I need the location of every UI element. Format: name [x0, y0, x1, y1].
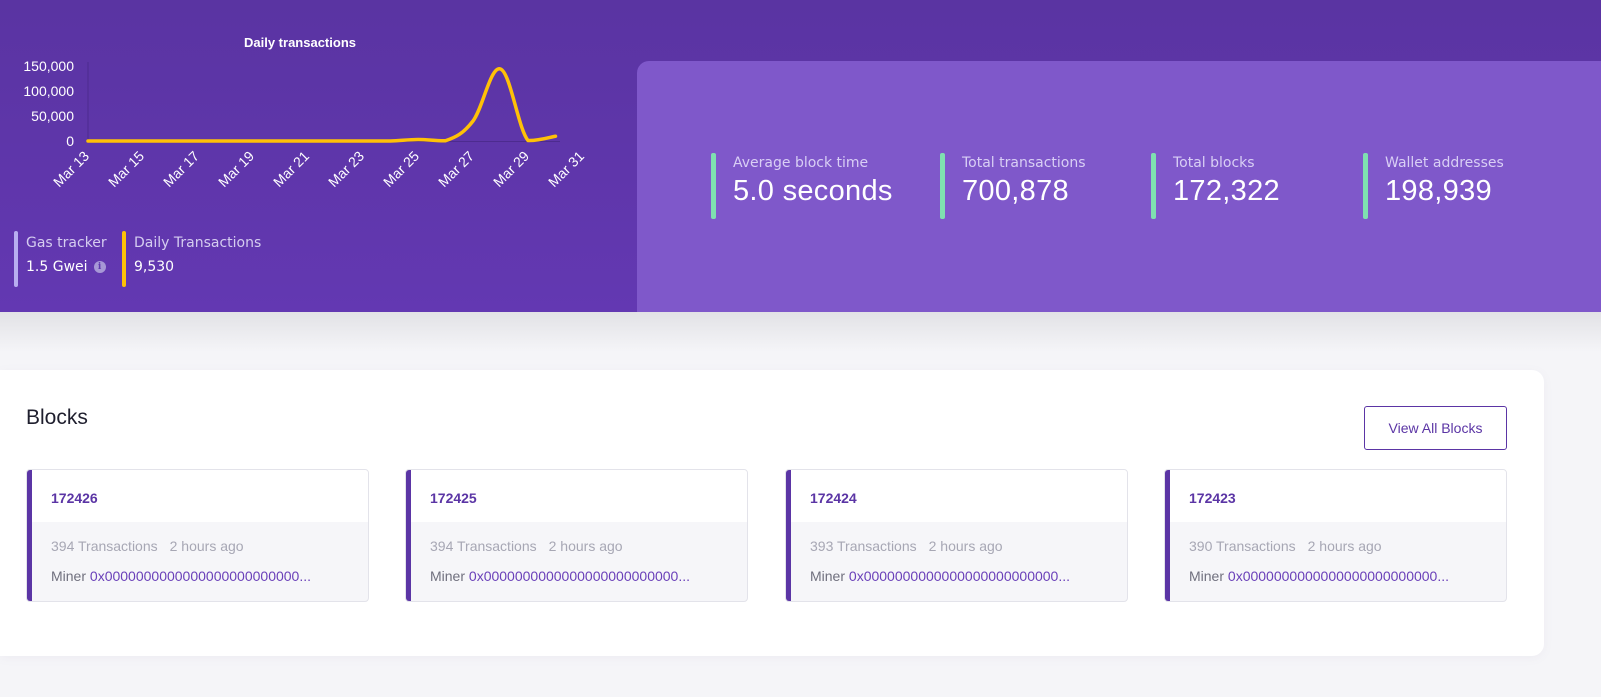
miner-address-link[interactable]: 0x0000000000000000000000000...	[90, 568, 311, 584]
stat-accent-bar	[1363, 153, 1368, 219]
y-tick-label: 50,000	[31, 108, 74, 124]
block-transactions: 390 Transactions	[1189, 538, 1296, 554]
y-tick-label: 0	[66, 133, 74, 149]
block-transactions: 394 Transactions	[430, 538, 537, 554]
stat-label: Total blocks	[1173, 155, 1255, 171]
block-time: 2 hours ago	[928, 538, 1003, 554]
block-accent-bar	[406, 470, 411, 601]
x-tick-label: Mar 25	[380, 148, 422, 190]
gas-tracker-bar	[14, 231, 18, 287]
block-time: 2 hours ago	[1307, 538, 1382, 554]
stat-label: Average block time	[733, 155, 869, 171]
blocks-title: Blocks	[26, 406, 88, 429]
miner-label: Miner	[810, 568, 846, 584]
x-tick-label: Mar 29	[490, 148, 532, 190]
gas-tracker-label: Gas tracker	[26, 235, 107, 251]
stat-value: 700,878	[962, 175, 1069, 207]
block-time: 2 hours ago	[169, 538, 244, 554]
stat-accent-bar	[711, 153, 716, 219]
miner-address-link[interactable]: 0x0000000000000000000000000...	[1228, 568, 1449, 584]
miner-label: Miner	[51, 568, 87, 584]
block-accent-bar	[1165, 470, 1170, 601]
info-icon[interactable]: i	[93, 261, 106, 273]
daily-transactions-label: Daily Transactions	[134, 235, 262, 251]
y-tick-label: 100,000	[23, 83, 74, 99]
miner-label: Miner	[430, 568, 466, 584]
block-transactions: 394 Transactions	[51, 538, 158, 554]
x-tick-label: Mar 31	[545, 148, 587, 190]
y-tick-label: 150,000	[23, 58, 74, 74]
gas-tracker-value: 1.5 Gwei	[26, 259, 88, 275]
x-tick-label: Mar 21	[270, 148, 312, 190]
stat-value: 5.0 seconds	[733, 175, 893, 207]
block-number-link[interactable]: 172424	[810, 490, 857, 506]
daily-transactions-chart: 0 50,000 100,000 150,000 Mar 13 Mar 15 Mar 17 M…	[23, 58, 587, 190]
block-time: 2 hours ago	[548, 538, 623, 554]
hero-banner: Daily transactions 0 50,000 100,000 150,000…	[0, 0, 1601, 312]
blocks-section: Blocks View All Blocks 172426 394 Transa…	[0, 370, 1544, 656]
stats-panel: Average block time 5.0 seconds Total tra…	[637, 61, 1601, 312]
block-number-link[interactable]: 172426	[51, 490, 98, 506]
block-accent-bar	[27, 470, 32, 601]
miner-address-link[interactable]: 0x0000000000000000000000000...	[469, 568, 690, 584]
block-card[interactable]: 172425 394 Transactions 2 hours ago Miner…	[405, 469, 748, 602]
daily-transactions-value: 9,530	[134, 259, 175, 275]
x-tick-label: Mar 27	[435, 148, 477, 190]
series-line-daily-transactions	[86, 67, 558, 143]
block-transactions: 393 Transactions	[810, 538, 917, 554]
stat-total-transactions: Total transactions 700,878	[940, 153, 1086, 219]
x-tick-label: Mar 17	[160, 148, 202, 190]
stat-label: Total transactions	[962, 155, 1086, 171]
stat-label: Wallet addresses	[1385, 155, 1504, 171]
stat-accent-bar	[940, 153, 945, 219]
view-all-blocks-button[interactable]: View All Blocks	[1364, 406, 1507, 450]
block-card[interactable]: 172424 393 Transactions 2 hours ago Miner…	[785, 469, 1128, 602]
miner-label: Miner	[1189, 568, 1225, 584]
stat-wallet-addresses: Wallet addresses 198,939	[1363, 153, 1504, 219]
x-tick-label: Mar 23	[325, 148, 367, 190]
stat-average-block-time: Average block time 5.0 seconds	[711, 153, 893, 219]
block-number-link[interactable]: 172425	[430, 490, 477, 506]
block-number-link[interactable]: 172423	[1189, 490, 1236, 506]
daily-transactions-bar	[122, 231, 126, 287]
gas-tracker: Gas tracker 1.5 Gwei i	[14, 231, 107, 287]
stat-value: 172,322	[1173, 175, 1280, 207]
daily-transactions-stat: Daily Transactions 9,530	[122, 231, 261, 287]
stat-value: 198,939	[1385, 175, 1492, 207]
block-card[interactable]: 172426 394 Transactions 2 hours ago Miner…	[26, 469, 369, 602]
miner-address-link[interactable]: 0x0000000000000000000000000...	[849, 568, 1070, 584]
block-card[interactable]: 172423 390 Transactions 2 hours ago Miner…	[1164, 469, 1507, 602]
x-tick-label: Mar 13	[50, 148, 92, 190]
stat-total-blocks: Total blocks 172,322	[1151, 153, 1280, 219]
x-tick-label: Mar 19	[215, 148, 257, 190]
section-divider	[0, 312, 1601, 352]
x-tick-label: Mar 15	[105, 148, 147, 190]
stat-accent-bar	[1151, 153, 1156, 219]
block-accent-bar	[786, 470, 791, 601]
chart-title: Daily transactions	[244, 35, 356, 50]
